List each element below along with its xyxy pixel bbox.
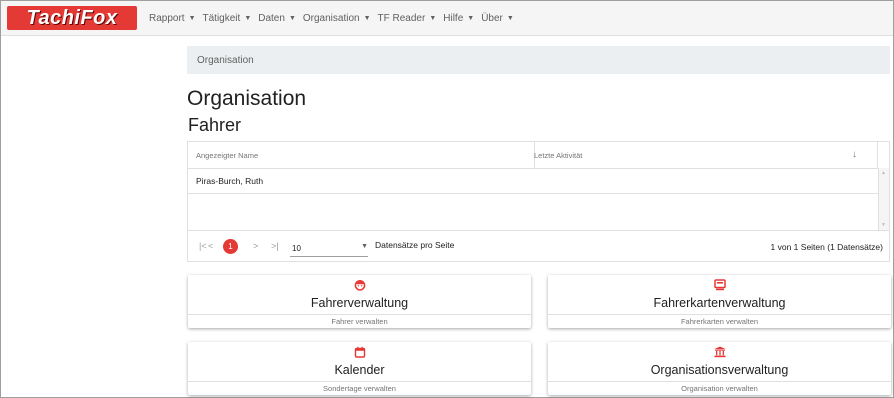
menu-label: Daten	[258, 12, 285, 24]
current-page-button[interactable]: 1	[223, 239, 238, 254]
scroll-up-icon[interactable]: ▲	[881, 170, 886, 176]
table-row[interactable]: Piras-Burch, Ruth	[188, 168, 879, 194]
card-title: Organisationsverwaltung	[650, 363, 789, 377]
column-header-activity[interactable]: Letzte Aktivität	[534, 142, 582, 168]
column-header-name[interactable]: Angezeigter Name	[196, 142, 258, 168]
first-page-icon[interactable]: |<	[199, 241, 207, 251]
menu-label: Organisation	[302, 12, 360, 24]
column-divider	[877, 142, 878, 168]
scroll-down-icon[interactable]: ▼	[881, 222, 886, 228]
menu-label: Hilfe	[443, 12, 464, 24]
menu-tf-reader[interactable]: TF Reader ▼	[378, 13, 437, 24]
dropdown-arrow-icon: ▼	[361, 243, 368, 250]
breadcrumb-item[interactable]: Organisation	[197, 55, 254, 66]
menu-rapport[interactable]: Rapport ▼	[149, 13, 196, 24]
logo-text: TachiFox	[26, 6, 118, 29]
menu-taetigkeit[interactable]: Tätigkeit ▼	[203, 13, 252, 24]
card-divider	[548, 381, 891, 382]
driver-card-icon	[548, 279, 891, 297]
card-fahrerkartenverwaltung[interactable]: Fahrerkartenverwaltung Fahrerkarten verw…	[548, 275, 891, 328]
caret-down-icon: ▼	[467, 14, 475, 22]
card-subtitle: Sondertage verwalten	[323, 384, 396, 393]
page-size-value: 10	[292, 244, 301, 253]
menu-organisation[interactable]: Organisation ▼	[303, 13, 371, 24]
card-title: Kalender	[334, 363, 385, 377]
cell-name: Piras-Burch, Ruth	[196, 176, 264, 186]
tachifox-logo[interactable]: TachiFox	[7, 6, 137, 30]
menu-daten[interactable]: Daten ▼	[258, 13, 296, 24]
prev-page-icon[interactable]: <	[208, 241, 213, 251]
last-page-icon[interactable]: >|	[271, 241, 279, 251]
card-subtitle: Fahrer verwalten	[331, 317, 388, 326]
caret-down-icon: ▼	[188, 14, 196, 22]
next-page-icon[interactable]: >	[253, 241, 258, 251]
institution-icon	[548, 346, 891, 364]
caret-down-icon: ▼	[429, 14, 437, 22]
caret-down-icon: ▼	[506, 14, 514, 22]
page-title: Organisation	[187, 87, 307, 110]
caret-down-icon: ▼	[363, 14, 371, 22]
page-info: 1 von 1 Seiten (1 Datensätze)	[770, 242, 883, 252]
table-scrollbar[interactable]: ▲ ▼	[878, 168, 889, 230]
caret-down-icon: ▼	[244, 14, 252, 22]
menu-label: Rapport	[149, 12, 185, 24]
top-navbar: TachiFox Rapport ▼ Tätigkeit ▼ Daten ▼ Orga…	[1, 1, 893, 36]
card-divider	[188, 381, 531, 382]
breadcrumb: Organisation	[187, 46, 890, 74]
card-divider	[188, 314, 531, 315]
main-menu: Rapport ▼ Tätigkeit ▼ Daten ▼ Organisation ▼…	[149, 13, 521, 24]
page-size-select[interactable]: 10 ▼	[290, 239, 368, 257]
driver-face-icon	[188, 279, 531, 297]
section-title: Fahrer	[188, 115, 242, 135]
card-kalender[interactable]: Kalender Sondertage verwalten	[188, 342, 531, 395]
calendar-icon	[188, 346, 531, 364]
card-divider	[548, 314, 891, 315]
card-fahrerverwaltung[interactable]: Fahrerverwaltung Fahrer verwalten	[188, 275, 531, 328]
arrow-down-icon[interactable]: ↓	[852, 149, 857, 160]
menu-label: Tätigkeit	[202, 12, 241, 24]
card-title: Fahrerkartenverwaltung	[653, 296, 786, 310]
card-subtitle: Fahrerkarten verwalten	[680, 317, 759, 326]
card-subtitle: Organisation verwalten	[681, 384, 758, 393]
card-organisationsverwaltung[interactable]: Organisationsverwaltung Organisation ver…	[548, 342, 891, 395]
menu-ueber[interactable]: Über ▼	[481, 13, 514, 24]
drivers-table: Angezeigter Name Letzte Aktivität ↓ Pira…	[187, 141, 890, 262]
table-header-row: Angezeigter Name Letzte Aktivität ↓	[188, 142, 889, 169]
menu-hilfe[interactable]: Hilfe ▼	[443, 13, 474, 24]
caret-down-icon: ▼	[288, 14, 296, 22]
card-title: Fahrerverwaltung	[310, 296, 409, 310]
menu-label: TF Reader	[377, 12, 426, 24]
menu-label: Über	[481, 12, 503, 24]
pagination: |< < 1 > >| 10 ▼ Datensätze pro Seite 1 …	[188, 230, 889, 263]
page-size-label: Datensätze pro Seite	[375, 240, 455, 250]
table-body: Piras-Burch, Ruth	[188, 168, 879, 230]
